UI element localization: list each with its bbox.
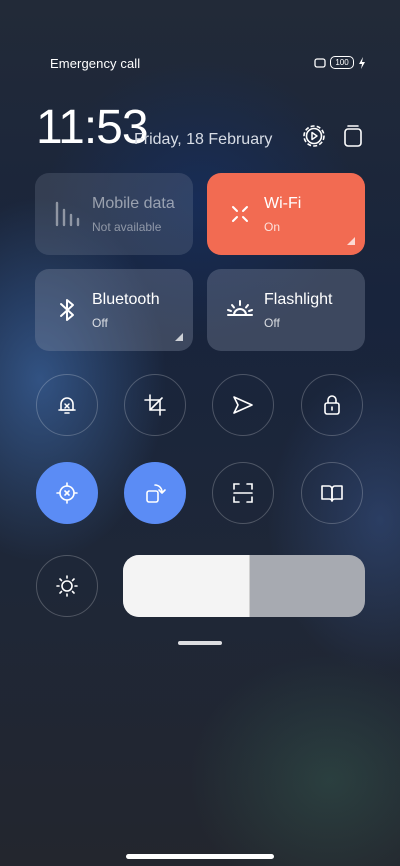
bluetooth-icon [60,299,74,321]
edit-tiles-icon[interactable] [340,123,366,149]
tile-status: Not available [92,220,162,234]
tile-bluetooth[interactable]: Bluetooth Off [35,269,193,351]
tile-name: Mobile data [92,195,175,212]
settings-gear-icon[interactable] [301,123,327,149]
emergency-call-text: Emergency call [50,56,141,71]
brightness-sun-icon [56,575,78,597]
tile-mobile-data[interactable]: Mobile data Not available [35,173,193,255]
tile-flashlight[interactable]: Flashlight Off [207,269,365,351]
battery-icon: 100 [330,56,354,69]
toggle-reading-mode[interactable] [301,462,363,524]
lock-screen-icon [324,395,340,415]
airplane-mode-icon [233,396,253,414]
tile-status: Off [92,316,108,330]
auto-rotate-icon [146,484,166,503]
brightness-level-fill [123,555,250,617]
tile-name: Wi-Fi [264,195,302,212]
status-icons: 100 [314,56,366,69]
toggle-lock-screen[interactable] [301,374,363,436]
tile-status: On [264,220,281,234]
tile-wifi[interactable]: Wi-Fi On [207,173,365,255]
flashlight-icon [227,300,253,316]
expand-corner-icon[interactable] [175,333,183,341]
brightness-slider[interactable] [123,555,365,617]
signal-bars-icon [55,201,80,227]
drag-handle[interactable] [178,641,222,645]
charging-icon [359,56,365,69]
sim-icon [314,57,326,68]
toggle-location[interactable] [36,462,98,524]
tile-name: Flashlight [264,291,333,308]
clock-time: 11:53 [36,101,149,154]
mute-bell-icon [58,397,76,414]
home-gesture-bar[interactable] [126,854,274,859]
toggle-airplane[interactable] [212,374,274,436]
toggle-auto-rotate[interactable] [124,462,186,524]
tile-name: Bluetooth [92,291,160,308]
reading-mode-icon [321,485,343,502]
toggle-mute[interactable] [36,374,98,436]
scanner-icon [233,483,253,503]
location-icon [56,482,78,504]
expand-corner-icon[interactable] [347,237,355,245]
date-text: Friday, 18 February [134,131,273,148]
toggle-scanner[interactable] [212,462,274,524]
tile-status: Off [264,316,280,330]
toggle-screenshot[interactable] [124,374,186,436]
brightness-auto-button[interactable] [36,555,98,617]
wifi-icon [232,206,248,222]
screenshot-crop-icon [144,394,166,416]
